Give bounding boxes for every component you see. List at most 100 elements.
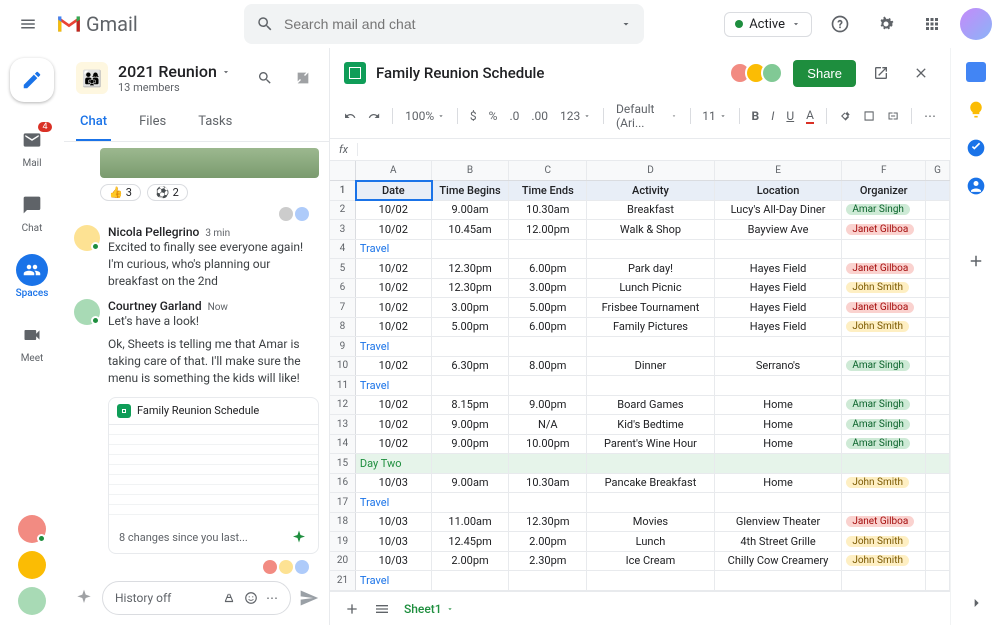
cell[interactable]: 9.00pm xyxy=(432,435,510,454)
cell[interactable]: 6.00pm xyxy=(509,259,587,278)
cell[interactable]: Travel xyxy=(356,240,432,259)
cell[interactable] xyxy=(587,337,715,356)
cell[interactable]: Lucy's All-Day Diner xyxy=(715,201,843,220)
cell[interactable]: Amar Singh xyxy=(842,201,926,220)
cell[interactable]: Hayes Field xyxy=(715,259,843,278)
header-cell[interactable]: Date xyxy=(356,181,432,200)
cell[interactable]: 10/02 xyxy=(356,318,432,337)
contact-avatar[interactable] xyxy=(18,515,46,543)
cell[interactable]: 2.00pm xyxy=(509,532,587,551)
cell[interactable]: 9.00am xyxy=(432,474,510,493)
more-toolbar-button[interactable]: ⋯ xyxy=(924,109,936,123)
row-header[interactable]: 2 xyxy=(330,201,356,220)
zoom-select[interactable]: 100% xyxy=(405,109,445,123)
cell[interactable]: 9.00pm xyxy=(432,415,510,434)
apps-button[interactable] xyxy=(914,6,950,42)
select-all-corner[interactable] xyxy=(330,161,356,180)
cell[interactable] xyxy=(509,571,587,590)
image-attachment[interactable] xyxy=(100,148,319,178)
collaborators[interactable] xyxy=(735,62,783,84)
cell[interactable]: Day Two xyxy=(356,454,432,473)
cell[interactable]: 12.45pm xyxy=(432,532,510,551)
col-header[interactable]: A xyxy=(356,161,432,180)
cell[interactable]: 3.00pm xyxy=(432,298,510,317)
collapse-button[interactable] xyxy=(289,64,317,92)
cell[interactable] xyxy=(926,532,950,551)
text-color-button[interactable]: A xyxy=(806,108,814,124)
cell[interactable]: 10/02 xyxy=(356,201,432,220)
cell[interactable]: 2.30pm xyxy=(509,552,587,571)
borders-icon[interactable] xyxy=(863,108,875,124)
cell[interactable] xyxy=(587,571,715,590)
cell[interactable]: Walk & Shop xyxy=(587,220,715,239)
rail-mail[interactable]: 4 Mail xyxy=(4,118,60,175)
cell[interactable] xyxy=(509,337,587,356)
cell[interactable]: Amar Singh xyxy=(842,415,926,434)
cell[interactable] xyxy=(926,298,950,317)
open-new-button[interactable] xyxy=(866,58,896,88)
cell[interactable]: Travel xyxy=(356,493,432,512)
keep-app-icon[interactable] xyxy=(966,100,986,120)
search-input[interactable] xyxy=(284,16,610,32)
row-header[interactable]: 15 xyxy=(330,454,356,473)
cell[interactable] xyxy=(587,376,715,395)
italic-button[interactable]: I xyxy=(771,109,774,123)
cell[interactable]: John Smith xyxy=(842,532,926,551)
row-header[interactable]: 18 xyxy=(330,513,356,532)
cell[interactable]: 10/02 xyxy=(356,220,432,239)
font-select[interactable]: Default (Ari... xyxy=(616,102,677,130)
add-icon[interactable] xyxy=(74,588,94,608)
logo[interactable]: Gmail xyxy=(56,12,236,36)
cell[interactable] xyxy=(432,571,510,590)
all-sheets-icon[interactable] xyxy=(374,601,390,617)
cell[interactable] xyxy=(842,493,926,512)
cell[interactable]: Ice Cream xyxy=(587,552,715,571)
format-icon[interactable] xyxy=(222,591,236,605)
col-header[interactable]: G xyxy=(926,161,950,180)
row-header[interactable]: 17 xyxy=(330,493,356,512)
cell[interactable] xyxy=(926,474,950,493)
tab-tasks[interactable]: Tasks xyxy=(194,104,236,141)
cell[interactable] xyxy=(926,513,950,532)
cell[interactable] xyxy=(842,337,926,356)
header-cell[interactable]: Organizer xyxy=(842,181,926,200)
cell[interactable]: Park day! xyxy=(587,259,715,278)
cell[interactable] xyxy=(715,571,843,590)
cell[interactable]: Kid's Bedtime xyxy=(587,415,715,434)
cell[interactable]: 10.45am xyxy=(432,220,510,239)
cell[interactable]: Hayes Field xyxy=(715,279,843,298)
cell[interactable]: Bayview Ave xyxy=(715,220,843,239)
cell[interactable]: Breakfast xyxy=(587,201,715,220)
cell[interactable]: 10/03 xyxy=(356,474,432,493)
cell[interactable]: John Smith xyxy=(842,279,926,298)
cell[interactable]: John Smith xyxy=(842,552,926,571)
compose-button[interactable] xyxy=(10,58,54,102)
row-header[interactable]: 4 xyxy=(330,240,356,259)
cell[interactable] xyxy=(842,454,926,473)
sheet-tab[interactable]: Sheet1 xyxy=(404,602,454,616)
cell[interactable] xyxy=(842,376,926,395)
row-header[interactable]: 20 xyxy=(330,552,356,571)
dropdown-icon[interactable] xyxy=(620,18,632,30)
row-header[interactable]: 6 xyxy=(330,279,356,298)
rail-spaces[interactable]: Spaces xyxy=(4,248,60,305)
send-icon[interactable] xyxy=(299,588,319,608)
avatar[interactable] xyxy=(74,299,100,325)
cell[interactable]: N/A xyxy=(509,415,587,434)
cell[interactable] xyxy=(715,493,843,512)
decimal-increase-button[interactable]: .00 xyxy=(531,109,548,123)
row-header[interactable]: 1 xyxy=(330,181,356,200)
col-header[interactable]: D xyxy=(587,161,715,180)
cell[interactable]: 10.30am xyxy=(509,201,587,220)
cell[interactable] xyxy=(715,240,843,259)
col-header[interactable]: B xyxy=(432,161,510,180)
cell[interactable]: Frisbee Tournament xyxy=(587,298,715,317)
cell[interactable]: 10/02 xyxy=(356,415,432,434)
header-cell[interactable]: Location xyxy=(715,181,843,200)
bold-button[interactable]: B xyxy=(752,109,760,123)
row-header[interactable]: 13 xyxy=(330,415,356,434)
sheet-attachment-card[interactable]: Family Reunion Schedule 8 changes since … xyxy=(108,397,319,554)
decimal-decrease-button[interactable]: .0 xyxy=(509,109,519,123)
close-button[interactable] xyxy=(906,58,936,88)
percent-button[interactable]: % xyxy=(489,109,498,123)
